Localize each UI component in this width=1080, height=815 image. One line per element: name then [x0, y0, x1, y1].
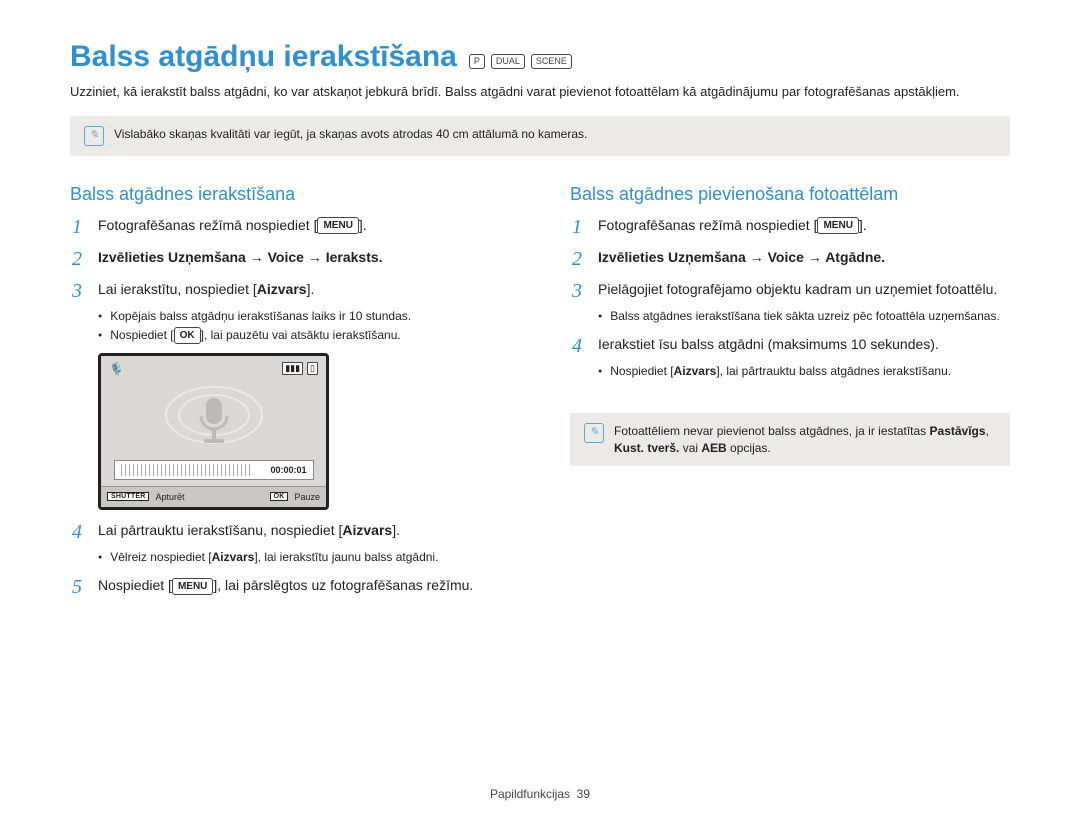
step-text: Lai pārtrauktu ierakstīšanu, nospiediet …	[98, 520, 400, 541]
bullet: Nospiediet [OK], lai pauzētu vai atsāktu…	[98, 326, 510, 345]
step-text: Fotografēšanas režīmā nospiediet [MENU].	[98, 215, 367, 236]
left-step-5: 5 Nospiediet [MENU], lai pārslēgtos uz f…	[70, 575, 510, 599]
lcd-screen: 🎙️ ▮▮▮ ▯ 00:00:01	[98, 353, 329, 510]
footer-label: Papildfunkcijas	[490, 787, 570, 801]
lcd-status-icons: ▮▮▮ ▯	[282, 362, 318, 375]
menu-button-label: MENU	[317, 217, 358, 234]
bullet: Balss atgādnes ierakstīšana tiek sākta u…	[598, 307, 1010, 326]
bold-text: Izvēlieties Uzņemšana → Voice → Ieraksts…	[98, 249, 383, 265]
right-step-1: 1 Fotografēšanas režīmā nospiediet [MENU…	[570, 215, 1010, 239]
step-text: Lai ierakstītu, nospiediet [Aizvars].	[98, 279, 314, 300]
step-number: 2	[70, 247, 84, 271]
bold-text: Izvēlieties Uzņemšana → Voice → Atgādne.	[598, 249, 885, 265]
bullet: Vēlreiz nospiediet [Aizvars], lai ieraks…	[98, 548, 510, 567]
step-number: 4	[570, 334, 584, 358]
menu-button-label: MENU	[172, 578, 213, 595]
page-title: Balss atgādņu ierakstīšana	[70, 40, 457, 74]
step-number: 4	[70, 520, 84, 544]
txt: Nospiediet [	[98, 577, 172, 593]
right-step-2: 2 Izvēlieties Uzņemšana → Voice → Atgādn…	[570, 247, 1010, 271]
txt: Fotografēšanas režīmā nospiediet [	[98, 217, 317, 233]
menu-button-label: MENU	[817, 217, 858, 234]
step-text: Pielāgojiet fotografējamo objektu kadram…	[598, 279, 997, 300]
step-text: Fotografēšanas režīmā nospiediet [MENU].	[598, 215, 867, 236]
battery-icon: ▮▮▮	[282, 362, 303, 375]
txt: ].	[859, 217, 867, 233]
stop-label: Apturēt	[155, 492, 184, 502]
mode-icon-dual: DUAL	[491, 54, 525, 69]
bullet: Nospiediet [Aizvars], lai pārtrauktu bal…	[598, 362, 1010, 381]
bullet: Kopējais balss atgādņu ierakstīšanas lai…	[98, 307, 510, 326]
left-step-1: 1 Fotografēšanas režīmā nospiediet [MENU…	[70, 215, 510, 239]
txt: ].	[359, 217, 367, 233]
left-step-4: 4 Lai pārtrauktu ierakstīšanu, nospiedie…	[70, 520, 510, 544]
col-right: Balss atgādnes pievienošana fotoattēlam …	[570, 184, 1010, 604]
pause-label: Pauze	[294, 492, 320, 502]
page-footer: Papildfunkcijas 39	[0, 787, 1080, 801]
card-icon: ▯	[307, 362, 318, 375]
note-bottom: ✎ Fotoattēliem nevar pievienot balss atg…	[570, 413, 1010, 467]
right-heading: Balss atgādnes pievienošana fotoattēlam	[570, 184, 1010, 205]
txt: ], lai pārslēgtos uz fotografēšanas režī…	[213, 577, 473, 593]
mic-indicator-icon: 🎙️	[109, 362, 124, 376]
right-step-4: 4 Ierakstiet īsu balss atgādni (maksimum…	[570, 334, 1010, 358]
rec-time: 00:00:01	[270, 465, 306, 475]
right-step-3-bullets: Balss atgādnes ierakstīšana tiek sākta u…	[598, 307, 1010, 326]
ok-button-label: OK	[174, 327, 201, 344]
intro-text: Uzziniet, kā ierakstīt balss atgādni, ko…	[70, 82, 1010, 102]
columns: Balss atgādnes ierakstīšana 1 Fotografēš…	[70, 184, 1010, 604]
right-step-3: 3 Pielāgojiet fotografējamo objektu kadr…	[570, 279, 1010, 303]
mode-icon-p: P	[469, 54, 485, 69]
right-step-4-bullets: Nospiediet [Aizvars], lai pārtrauktu bal…	[598, 362, 1010, 381]
step-number: 2	[570, 247, 584, 271]
footer-page: 39	[577, 787, 590, 801]
step-text: Ierakstiet īsu balss atgādni (maksimums …	[598, 334, 939, 355]
step-number: 3	[570, 279, 584, 303]
lcd-body: 🎙️ ▮▮▮ ▯ 00:00:01	[101, 356, 326, 486]
left-step-4-bullets: Vēlreiz nospiediet [Aizvars], lai ieraks…	[98, 548, 510, 567]
note-bottom-text: Fotoattēliem nevar pievienot balss atgād…	[614, 423, 996, 457]
note-icon: ✎	[84, 126, 104, 146]
ok-key-label: OK	[270, 492, 289, 501]
note-icon: ✎	[584, 423, 604, 443]
note-top-text: Vislabāko skaņas kvalitāti var iegūt, ja…	[114, 126, 587, 143]
step-text: Nospiediet [MENU], lai pārslēgtos uz fot…	[98, 575, 473, 596]
step-number: 1	[70, 215, 84, 239]
page: Balss atgādņu ierakstīšana P DUAL SCENE …	[0, 0, 1080, 815]
left-step-2: 2 Izvēlieties Uzņemšana → Voice → Ieraks…	[70, 247, 510, 271]
left-heading: Balss atgādnes ierakstīšana	[70, 184, 510, 205]
left-step-3-bullets: Kopējais balss atgādņu ierakstīšanas lai…	[98, 307, 510, 345]
mode-icons: P DUAL SCENE	[469, 54, 572, 69]
step-number: 3	[70, 279, 84, 303]
note-top: ✎ Vislabāko skaņas kvalitāti var iegūt, …	[70, 116, 1010, 156]
left-step-3: 3 Lai ierakstītu, nospiediet [Aizvars].	[70, 279, 510, 303]
step-text: Izvēlieties Uzņemšana → Voice → Ieraksts…	[98, 247, 383, 268]
title-row: Balss atgādņu ierakstīšana P DUAL SCENE	[70, 40, 1010, 74]
rec-progress: 00:00:01	[114, 460, 314, 480]
step-number: 1	[570, 215, 584, 239]
step-number: 5	[70, 575, 84, 599]
lcd-bottom-bar: SHUTTER Apturēt OK Pauze	[101, 486, 326, 507]
col-left: Balss atgādnes ierakstīšana 1 Fotografēš…	[70, 184, 510, 604]
shutter-key-label: SHUTTER	[107, 492, 149, 501]
microphone-icon	[159, 380, 269, 455]
mode-icon-scene: SCENE	[531, 54, 572, 69]
txt: Fotografēšanas režīmā nospiediet [	[598, 217, 817, 233]
step-text: Izvēlieties Uzņemšana → Voice → Atgādne.	[598, 247, 885, 268]
